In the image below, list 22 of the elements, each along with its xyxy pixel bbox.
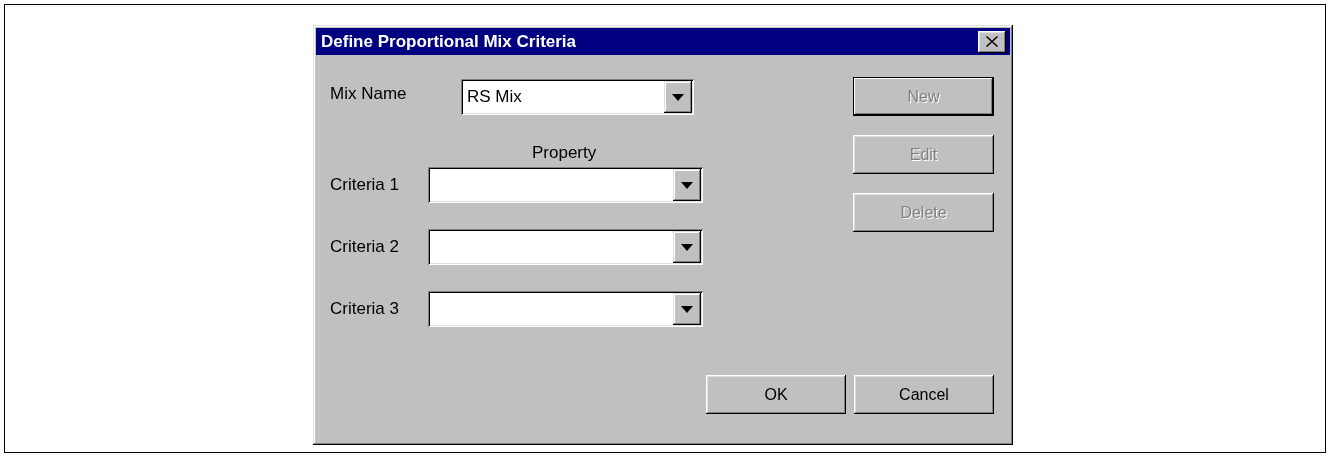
dropdown-button[interactable] [664, 81, 692, 113]
dropdown-field[interactable] [428, 291, 703, 327]
dropdown-button[interactable] [673, 231, 701, 263]
caret-icon [681, 181, 693, 189]
dropdown-field[interactable] [428, 229, 703, 265]
field-label: Criteria 3 [330, 299, 400, 319]
caret-icon [681, 243, 693, 251]
caret-icon [672, 93, 684, 101]
caret-icon [681, 305, 693, 313]
field-label: Criteria 2 [330, 237, 400, 257]
dialog-button[interactable]: OK [706, 375, 846, 414]
field-label: Criteria 1 [330, 175, 400, 195]
close-icon [986, 36, 998, 47]
dropdown-field[interactable] [428, 167, 703, 203]
close-button[interactable] [978, 30, 1006, 53]
column-heading: Property [532, 143, 598, 163]
window-title: Define Proportional Mix Criteria [321, 31, 577, 52]
dialog-button[interactable]: Cancel [854, 375, 994, 414]
dropdown-field[interactable]: RS Mix [461, 79, 694, 115]
dropdown-button[interactable] [673, 169, 701, 201]
field-label: Mix Name [330, 84, 408, 104]
dropdown-button[interactable] [673, 293, 701, 325]
